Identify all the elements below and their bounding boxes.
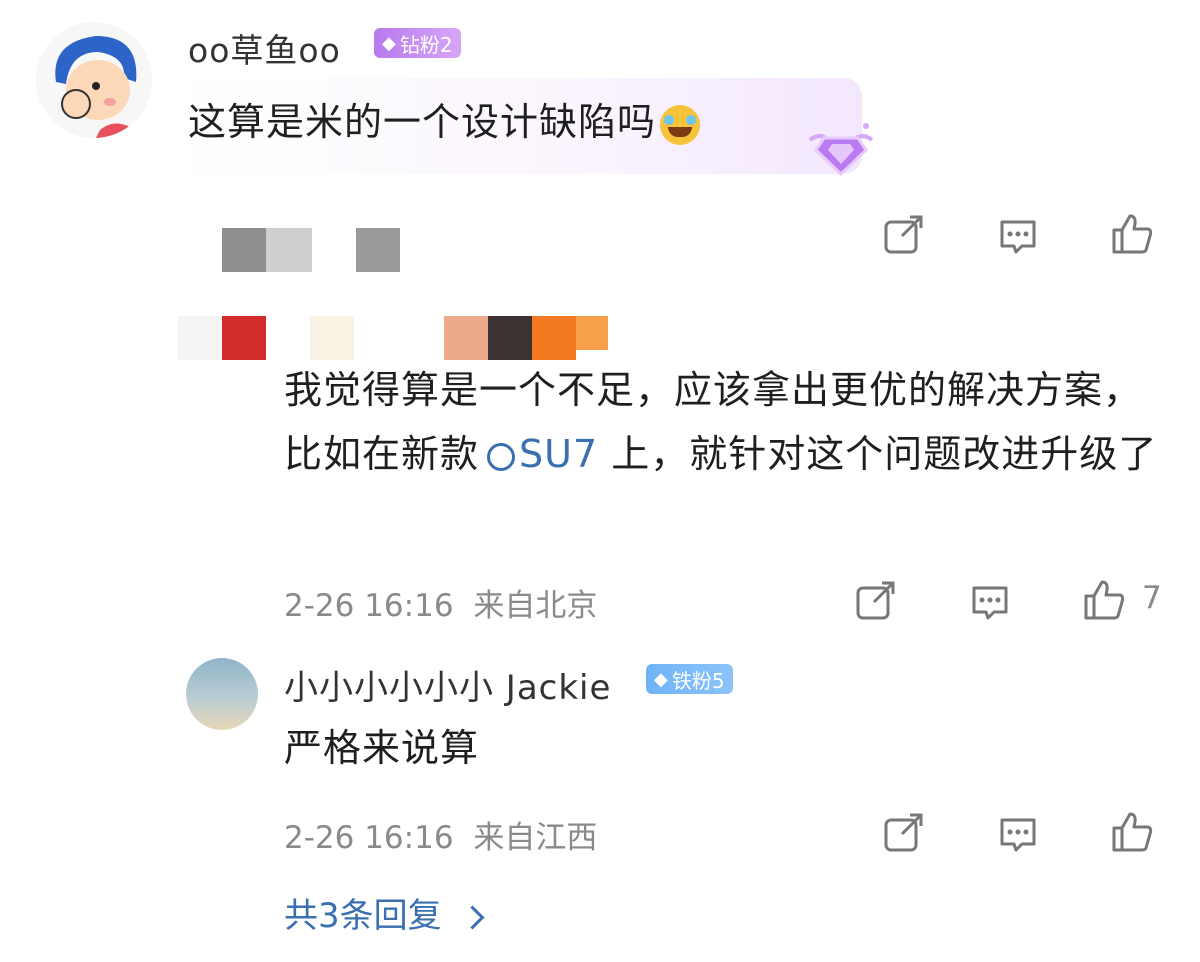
diamond-icon: ◆ xyxy=(382,32,396,54)
like-icon[interactable] xyxy=(1082,578,1126,622)
cartoon-avatar-icon xyxy=(36,22,152,138)
reply-date: 2-26 16:16 xyxy=(284,588,454,624)
reply-meta-main: 2-26 16:16 来自北京 xyxy=(284,580,597,625)
blurred-user-area xyxy=(222,228,400,272)
laughing-tears-emoji-icon xyxy=(660,104,701,145)
reply-text-jackie: 严格来说算 xyxy=(284,726,480,770)
diamond-icon: ◆ xyxy=(654,668,668,690)
badge-label: 钻粉2 xyxy=(399,32,453,57)
more-replies-link[interactable]: 共3条回复 xyxy=(284,888,485,937)
avatar-top[interactable] xyxy=(36,22,152,138)
comment-icon[interactable] xyxy=(996,214,1040,258)
reply-meta-jackie: 2-26 16:16 来自江西 xyxy=(284,812,597,857)
username-top[interactable]: oo草鱼oo xyxy=(188,24,341,72)
blurred-reply-author xyxy=(178,316,618,362)
chevron-right-icon xyxy=(460,905,485,930)
comment-icon[interactable] xyxy=(968,580,1012,624)
reply-text-part2: 上，就针对这个问题改进升级了 xyxy=(598,432,1158,476)
like-count: 7 xyxy=(1142,580,1162,616)
share-icon[interactable] xyxy=(882,810,926,854)
share-icon[interactable] xyxy=(882,212,926,256)
comment-text-top: 这算是米的一个设计缺陷吗 xyxy=(188,90,701,154)
reply-text-main: 我觉得算是一个不足，应该拿出更优的解决方案，比如在新款 SU7 上，就针对这个问题… xyxy=(284,358,1174,486)
share-icon[interactable] xyxy=(854,578,898,622)
username-jackie[interactable]: 小小小小小小 Jackie xyxy=(284,660,611,709)
reply-location: 来自北京 xyxy=(473,588,598,624)
topic-link-label: SU7 xyxy=(519,432,599,476)
comment-icon[interactable] xyxy=(996,812,1040,856)
more-replies-label: 共3条回复 xyxy=(284,896,442,936)
fan-badge-jackie[interactable]: ◆ 铁粉5 xyxy=(646,664,733,694)
reply-date: 2-26 16:16 xyxy=(284,820,454,856)
diamond-decoration-icon xyxy=(806,118,876,178)
reply-location: 来自江西 xyxy=(473,820,598,856)
avatar-jackie[interactable] xyxy=(186,658,258,730)
like-icon[interactable] xyxy=(1110,212,1154,256)
comment-text-content: 这算是米的一个设计缺陷吗 xyxy=(188,100,657,144)
like-icon[interactable] xyxy=(1110,810,1154,854)
topic-link[interactable]: SU7 xyxy=(479,432,598,476)
search-icon xyxy=(487,442,516,471)
badge-label: 铁粉5 xyxy=(671,668,725,693)
fan-badge-top[interactable]: ◆ 钻粉2 xyxy=(374,28,461,58)
